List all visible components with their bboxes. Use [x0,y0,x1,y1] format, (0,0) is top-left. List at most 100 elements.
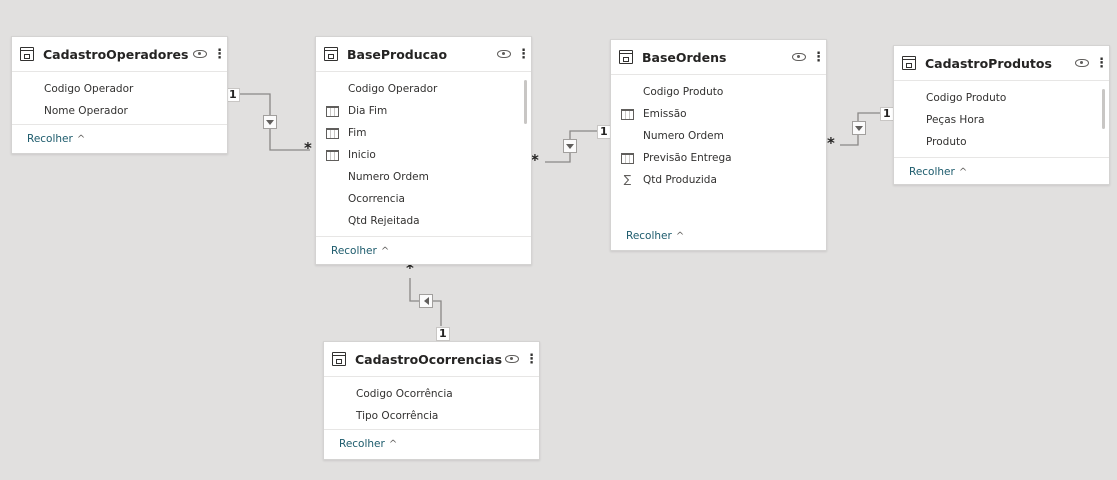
field-label: Fim [348,127,367,139]
table-icon [20,47,34,61]
field-row[interactable]: Inicio [316,144,531,166]
field-label: Codigo Operador [348,83,438,95]
field-row[interactable]: Codigo Operador [316,78,531,100]
field-label: Inicio [348,149,376,161]
field-row[interactable]: Nome Operador [12,100,227,122]
table-icon [332,352,346,366]
filter-direction-icon[interactable] [852,121,866,135]
field-label: Qtd Rejeitada [348,215,420,227]
field-list: Codigo Ocorrência Tipo Ocorrência [324,377,539,429]
table-card-cadastro-ocorrencias[interactable]: CadastroOcorrencias ⋮ Codigo Ocorrência … [323,341,540,460]
eye-icon[interactable] [792,53,806,61]
calendar-icon [621,153,634,164]
eye-icon[interactable] [193,50,207,58]
eye-icon[interactable] [1075,59,1089,67]
table-title: CadastroOperadores [43,46,189,62]
field-label: Produto [926,136,967,148]
field-row[interactable]: Codigo Operador [12,78,227,100]
field-row[interactable]: Previsão Entrega [611,147,826,169]
arrow-left-icon [423,297,429,305]
table-title: CadastroProdutos [925,55,1052,71]
table-icon [902,56,916,70]
field-row[interactable]: Numero Ordem [316,166,531,188]
table-header[interactable]: BaseProducao ⋮ [316,37,531,72]
filter-direction-icon[interactable] [563,139,577,153]
arrow-down-icon [566,143,574,149]
table-header[interactable]: BaseOrdens ⋮ [611,40,826,75]
eye-icon[interactable] [497,50,511,58]
arrow-down-icon [855,125,863,131]
field-label: Emissão [643,108,687,120]
cardinality-one-label: 1 [436,327,450,341]
cardinality-one-label: 1 [597,125,611,139]
field-label: Numero Ordem [348,171,429,183]
calculated-date-icon [326,106,339,117]
field-row[interactable]: Dia Fim [316,100,531,122]
table-card-base-producao[interactable]: BaseProducao ⋮ Codigo Operador Dia Fim F… [315,36,532,265]
field-row[interactable]: Produto [894,131,1109,153]
cardinality-one-label: 1 [880,107,894,121]
calendar-icon [621,109,634,120]
field-label: Peças Hora [926,114,985,126]
collapse-button[interactable]: Recolher ^ [12,124,227,153]
table-header[interactable]: CadastroProdutos ⋮ [894,46,1109,81]
filter-direction-icon[interactable] [419,294,433,308]
table-header[interactable]: CadastroOperadores ⋮ [12,37,227,72]
more-options-icon[interactable]: ⋮ [812,51,825,64]
field-label: Qtd Produzida [643,174,717,186]
cardinality-many-label: * [304,139,312,157]
collapse-button[interactable]: Recolher ^ [894,157,1109,186]
more-options-icon[interactable]: ⋮ [213,48,226,61]
more-options-icon[interactable]: ⋮ [525,353,538,366]
calendar-icon [326,128,339,139]
field-row[interactable]: Codigo Produto [894,87,1109,109]
field-label: Nome Operador [44,105,128,117]
filter-direction-icon[interactable] [263,115,277,129]
field-row[interactable]: Ocorrencia [316,188,531,210]
eye-icon[interactable] [505,355,519,363]
field-row[interactable]: Qtd Rejeitada [316,210,531,232]
table-title: BaseProducao [347,46,448,62]
scrollbar[interactable] [524,80,527,124]
chevron-up-icon: ^ [76,133,86,145]
collapse-button[interactable]: Recolher ^ [611,222,826,250]
field-list: Codigo Operador Nome Operador [12,72,227,124]
collapse-button[interactable]: Recolher ^ [324,429,539,458]
table-icon [619,50,633,64]
collapse-button[interactable]: Recolher ^ [316,236,531,265]
more-options-icon[interactable]: ⋮ [517,48,530,61]
field-label: Codigo Produto [643,86,724,98]
field-label: Codigo Produto [926,92,1007,104]
collapse-label: Recolher [331,245,377,257]
table-card-cadastro-operadores[interactable]: CadastroOperadores ⋮ Codigo Operador Nom… [11,36,228,154]
field-row[interactable]: Codigo Produto [611,81,826,103]
collapse-label: Recolher [27,133,73,145]
field-row[interactable]: Fim [316,122,531,144]
chevron-up-icon: ^ [380,245,390,257]
table-title: CadastroOcorrencias [355,351,503,367]
field-row[interactable]: Numero Ordem [611,125,826,147]
field-row[interactable]: Peças Hora [894,109,1109,131]
field-row[interactable]: Codigo Ocorrência [324,383,539,405]
field-label: Numero Ordem [643,130,724,142]
table-card-cadastro-produtos[interactable]: CadastroProdutos ⋮ Codigo Produto Peças … [893,45,1110,185]
field-row[interactable]: ∑ Qtd Produzida [611,169,826,191]
field-list: Codigo Produto Emissão Numero Ordem Prev… [611,75,826,222]
cardinality-one-label: 1 [226,88,240,102]
arrow-down-icon [266,119,274,125]
collapse-label: Recolher [909,166,955,178]
table-card-base-ordens[interactable]: BaseOrdens ⋮ Codigo Produto Emissão Nume… [610,39,827,251]
chevron-up-icon: ^ [958,166,968,178]
table-title: BaseOrdens [642,49,727,65]
more-options-icon[interactable]: ⋮ [1095,57,1108,70]
field-label: Dia Fim [348,105,388,117]
table-header[interactable]: CadastroOcorrencias ⋮ [324,342,539,377]
scrollbar[interactable] [1102,89,1105,129]
sigma-icon: ∑ [623,173,632,186]
collapse-label: Recolher [339,438,385,450]
field-label: Codigo Ocorrência [356,388,453,400]
collapse-label: Recolher [626,230,672,242]
chevron-up-icon: ^ [675,230,685,242]
field-row[interactable]: Emissão [611,103,826,125]
field-row[interactable]: Tipo Ocorrência [324,405,539,427]
